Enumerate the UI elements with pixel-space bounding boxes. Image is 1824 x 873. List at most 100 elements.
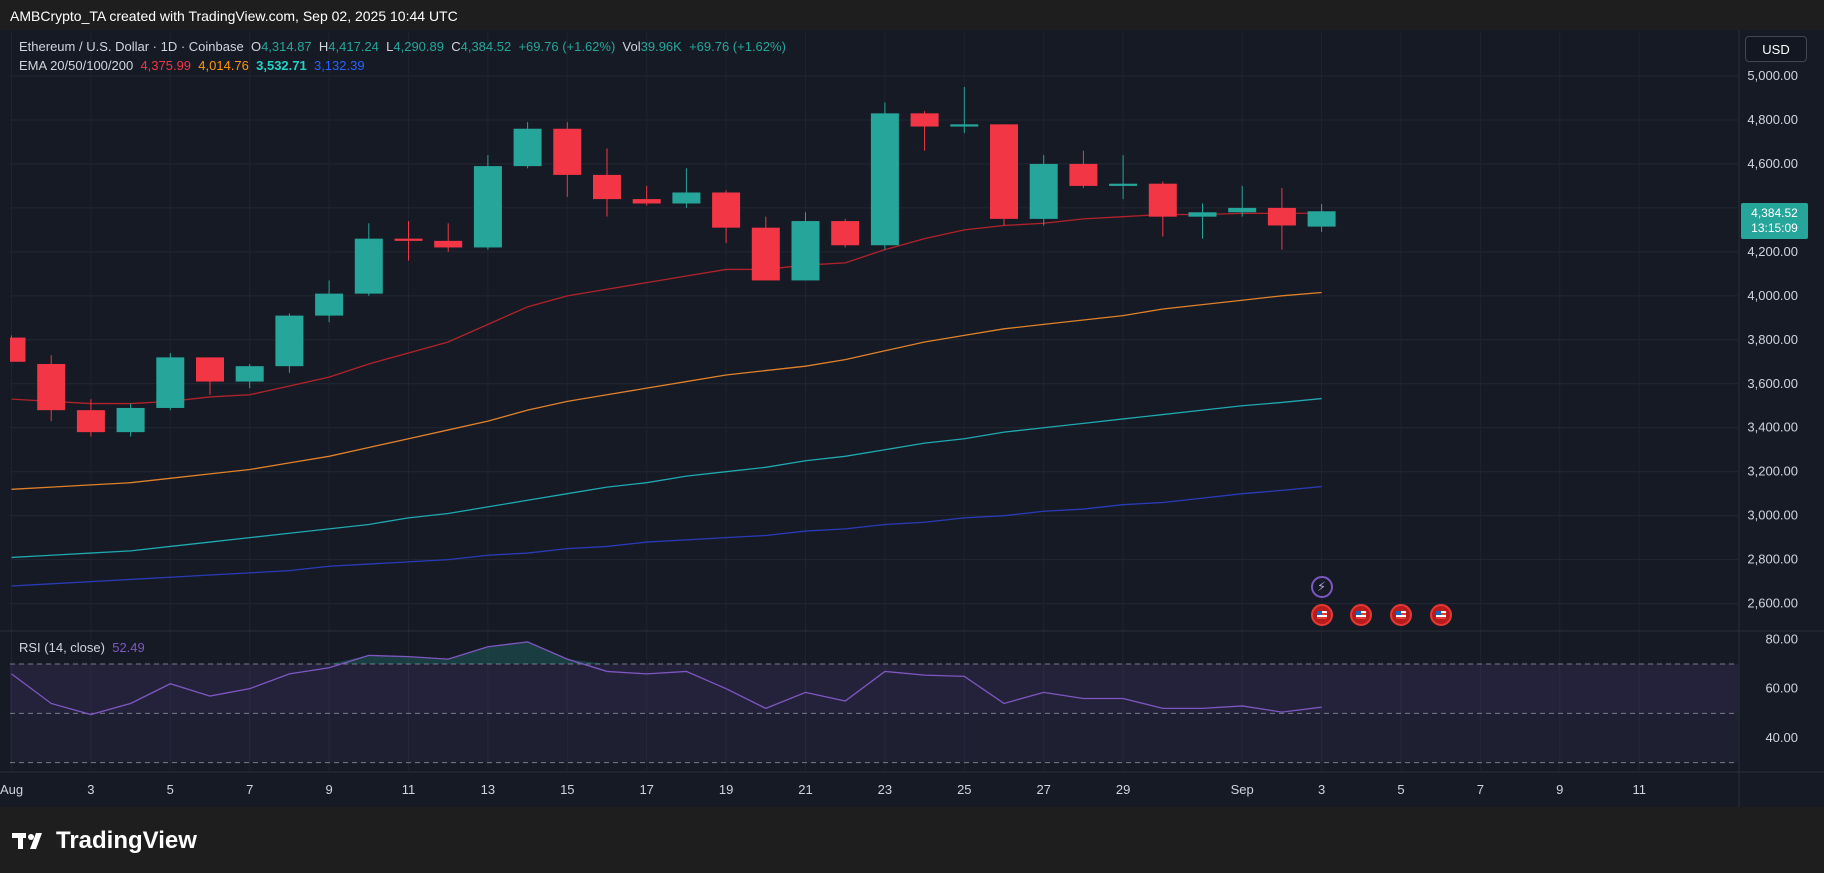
footer: TradingView <box>0 807 1824 873</box>
candle-body <box>354 238 383 294</box>
candle-body <box>1267 207 1296 226</box>
rsi-overbought-fill <box>487 641 528 665</box>
open-label: O <box>250 39 262 54</box>
low-value: 4,290.89 <box>393 39 444 54</box>
time-tick-label: 13 <box>481 782 495 797</box>
candle-body <box>156 357 185 408</box>
ema-label[interactable]: EMA 20/50/100/200 <box>19 58 133 73</box>
vol-label: Vol <box>622 39 641 54</box>
time-tick-label: 5 <box>167 782 174 797</box>
time-tick-label: 7 <box>246 782 253 797</box>
close-value: 4,384.52 <box>460 39 512 54</box>
ema-legend: EMA 20/50/100/200 4,375.99 4,014.76 3,53… <box>19 58 365 73</box>
time-tick-label: 5 <box>1397 782 1404 797</box>
time-tick-label: Aug <box>0 782 23 797</box>
rsi-tick-label: 40.00 <box>1765 730 1798 745</box>
price-tick-label: 3,200.00 <box>1747 464 1798 479</box>
candle-body <box>37 363 66 411</box>
price-tick-label: 3,400.00 <box>1747 420 1798 435</box>
rsi-mid-band <box>10 664 1738 714</box>
candle-body <box>950 124 979 127</box>
change-value: +69.76 (+1.62%) <box>518 39 616 54</box>
rsi-overbought-fill <box>527 641 568 665</box>
time-tick-label: 7 <box>1477 782 1484 797</box>
candle-body <box>751 227 780 281</box>
candle-body <box>553 128 582 175</box>
time-tick-label: 9 <box>1556 782 1563 797</box>
time-tick-label: 25 <box>957 782 971 797</box>
candle-body <box>1109 183 1138 186</box>
price-tick-label: 3,600.00 <box>1747 376 1798 391</box>
candle-body <box>76 410 105 433</box>
candle-body <box>434 240 463 248</box>
price-tick-label: 2,800.00 <box>1747 552 1798 567</box>
ema20-value: 4,375.99 <box>140 58 192 73</box>
candle-body <box>910 113 939 127</box>
candle-body <box>712 192 741 228</box>
candle-body <box>275 315 304 367</box>
time-tick-label: 3 <box>1318 782 1325 797</box>
rsi-label[interactable]: RSI (14, close) <box>19 640 105 655</box>
candle-body <box>1228 207 1257 213</box>
rsi-tick-label: 60.00 <box>1765 681 1798 696</box>
tv-logo-icon <box>12 833 42 849</box>
time-tick-label: 27 <box>1036 782 1050 797</box>
price-tick-label: 4,800.00 <box>1747 112 1798 127</box>
candle-body <box>473 166 502 248</box>
price-tick-label: 2,600.00 <box>1747 596 1798 611</box>
ema50-value: 4,014.76 <box>198 58 249 73</box>
tradingview-logo[interactable]: TradingView <box>12 827 197 855</box>
rsi-value: 52.49 <box>112 640 145 655</box>
candle-body <box>1188 212 1217 217</box>
currency-button[interactable]: USD <box>1745 36 1807 62</box>
candle-body <box>593 174 621 200</box>
vol-value: 39.96K <box>640 39 682 54</box>
rsi-legend: RSI (14, close) 52.49 <box>19 640 145 655</box>
candle-body <box>1029 163 1058 219</box>
candle-body <box>1148 183 1177 217</box>
candle-body <box>10 337 26 362</box>
last-price: 4,384.52 <box>1751 206 1798 220</box>
high-label: H <box>318 39 329 54</box>
ema50-line <box>11 291 1322 490</box>
close-label: C <box>451 39 461 54</box>
time-tick-label: 29 <box>1116 782 1130 797</box>
vol-change-value: +69.76 (+1.62%) <box>689 39 786 54</box>
open-value: 4,314.87 <box>261 39 312 54</box>
price-chart[interactable]: 2,600.00 2,800.00 3,000.00 3,200.00 3,400.00… <box>0 0 1824 807</box>
candle-body <box>1307 211 1336 227</box>
time-tick-label: 11 <box>1632 782 1646 797</box>
rsi-tick-label: 80.00 <box>1765 631 1798 646</box>
lightning-icon[interactable]: ⚡ <box>1310 576 1333 598</box>
time-tick-label: 19 <box>719 782 733 797</box>
candle-body <box>394 238 423 241</box>
symbol-name[interactable]: Ethereum / U.S. Dollar · 1D · Coinbase <box>19 39 244 54</box>
time-tick-label: 23 <box>878 782 892 797</box>
bar-countdown: 13:15:09 <box>1751 221 1798 235</box>
candle-body <box>513 128 542 167</box>
candle-body <box>196 357 224 382</box>
price-tick-label: 4,000.00 <box>1747 288 1798 303</box>
ema200-line <box>11 485 1322 587</box>
us-flag-icon[interactable] <box>1310 604 1333 626</box>
time-tick-label: Sep <box>1231 782 1254 797</box>
time-tick-label: 9 <box>325 782 332 797</box>
ohlc-legend: Ethereum / U.S. Dollar · 1D · Coinbase O… <box>19 39 786 54</box>
tv-logo-text: TradingView <box>56 827 197 854</box>
price-tick-label: 4,600.00 <box>1747 156 1798 171</box>
candle-body <box>1069 163 1098 186</box>
candle-body <box>672 192 701 204</box>
candle-body <box>791 221 820 281</box>
time-tick-label: 11 <box>402 782 416 797</box>
candle-body <box>831 221 860 246</box>
high-value: 4,417.24 <box>328 39 379 54</box>
candle-body <box>990 124 1018 219</box>
candle-body <box>235 366 264 382</box>
time-tick-label: 3 <box>87 782 94 797</box>
time-tick-label: 15 <box>560 782 574 797</box>
ema100-line <box>11 397 1322 559</box>
time-tick-label: 21 <box>798 782 812 797</box>
us-flag-icon[interactable] <box>1429 604 1452 626</box>
ema100-value: 3,532.71 <box>256 58 307 73</box>
us-flag-icon[interactable] <box>1390 604 1412 626</box>
